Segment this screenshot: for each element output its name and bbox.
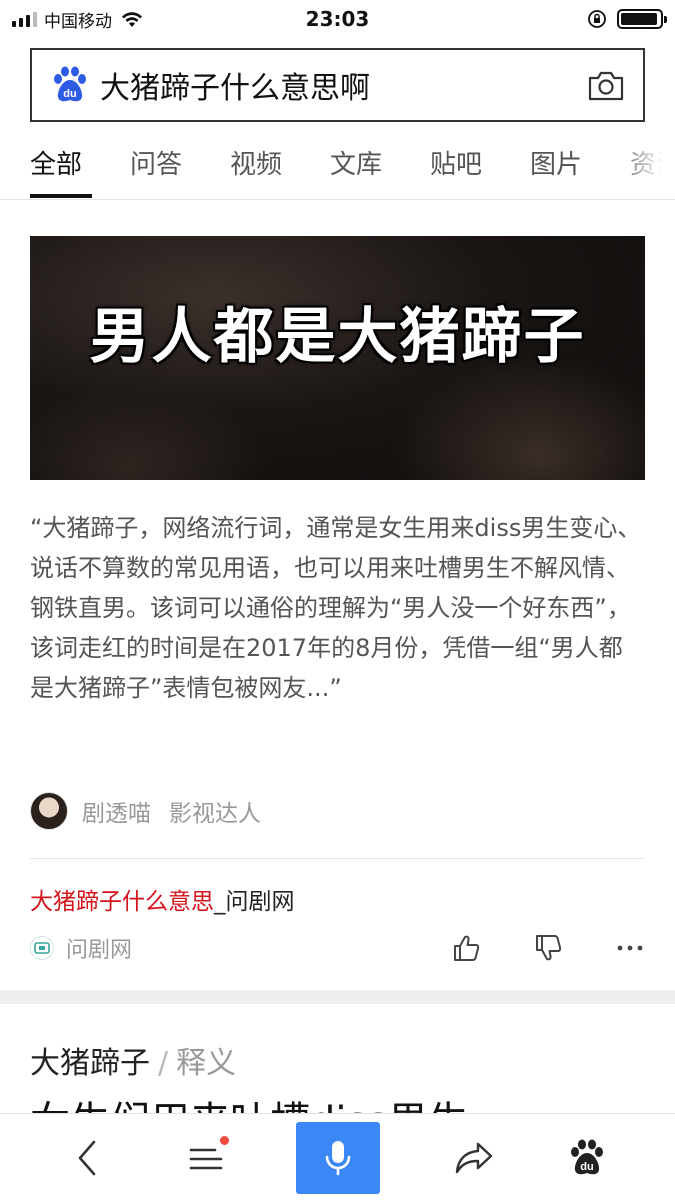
search-box[interactable]: du 大猪蹄子什么意思啊: [30, 48, 645, 122]
divider: [30, 858, 645, 859]
avatar: [30, 792, 68, 830]
author-title: 影视达人: [169, 801, 261, 827]
bottom-toolbar: du: [0, 1113, 675, 1200]
image-caption: 男人都是大猪蹄子: [89, 302, 586, 372]
search-category-tabs: 全部 问答 视频 文库 贴吧 图片 资讯: [0, 130, 675, 200]
thumbs-down-icon[interactable]: [533, 933, 563, 963]
result-title-link[interactable]: 大猪蹄子什么意思_问剧网: [30, 882, 295, 916]
back-button[interactable]: [62, 1114, 112, 1200]
more-icon[interactable]: [615, 933, 645, 963]
search-input[interactable]: 大猪蹄子什么意思啊: [100, 63, 587, 107]
baidu-home-button[interactable]: du: [562, 1114, 612, 1200]
section-separator: [0, 990, 675, 1004]
site-name: 问剧网: [66, 938, 133, 963]
tab-scroll-fade: [615, 130, 675, 198]
result-image[interactable]: 男人都是大猪蹄子: [30, 236, 645, 480]
site-icon: [30, 936, 54, 960]
next-result-definition[interactable]: 女生们用来吐槽diss男生: [30, 1092, 468, 1114]
carrier-name: 中国移动: [44, 11, 112, 32]
thumbs-up-icon[interactable]: [451, 933, 481, 963]
heading-separator: /: [158, 1046, 169, 1081]
battery-icon: [617, 9, 667, 29]
baidu-paw-icon: du: [54, 66, 86, 102]
notification-dot: [220, 1136, 229, 1145]
voice-search-button[interactable]: [296, 1122, 380, 1194]
result-summary[interactable]: “大猪蹄子，网络流行词，通常是女生用来diss男生变心、说话不算数的常见用语，也…: [30, 508, 645, 708]
tab-all[interactable]: 全部: [30, 144, 82, 181]
title-rest: _问剧网: [214, 889, 295, 915]
source-row: 问剧网: [30, 930, 645, 966]
microphone-icon: [325, 1141, 351, 1176]
author-name: 剧透喵: [82, 801, 151, 827]
next-result-subtitle: 释义: [176, 1046, 237, 1081]
title-highlight: 大猪蹄子什么意思: [30, 889, 214, 915]
next-result-heading[interactable]: 大猪蹄子 / 释义: [30, 1038, 236, 1082]
baidu-paw-icon: du: [571, 1139, 603, 1174]
tab-video[interactable]: 视频: [230, 144, 282, 181]
back-icon: [78, 1140, 96, 1175]
share-icon: [455, 1142, 493, 1173]
menu-icon: [189, 1148, 223, 1169]
author-row[interactable]: 剧透喵 影视达人: [30, 792, 261, 830]
tab-qa[interactable]: 问答: [130, 144, 182, 181]
menu-button[interactable]: [180, 1114, 232, 1200]
wifi-icon: [122, 12, 142, 27]
signal-icon: [12, 11, 37, 27]
share-button[interactable]: [446, 1114, 502, 1200]
orientation-lock-icon: [588, 10, 606, 28]
battery-level: [621, 13, 658, 25]
svg-text:du: du: [580, 1161, 593, 1173]
camera-icon[interactable]: [587, 68, 625, 102]
tab-images[interactable]: 图片: [530, 144, 582, 181]
next-result-title: 大猪蹄子: [30, 1046, 150, 1081]
active-tab-indicator: [30, 194, 92, 198]
status-bar: 中国移动 23:03: [0, 0, 675, 38]
tab-wenku[interactable]: 文库: [330, 144, 382, 181]
tab-tieba[interactable]: 贴吧: [430, 144, 482, 181]
svg-text:du: du: [63, 88, 76, 100]
